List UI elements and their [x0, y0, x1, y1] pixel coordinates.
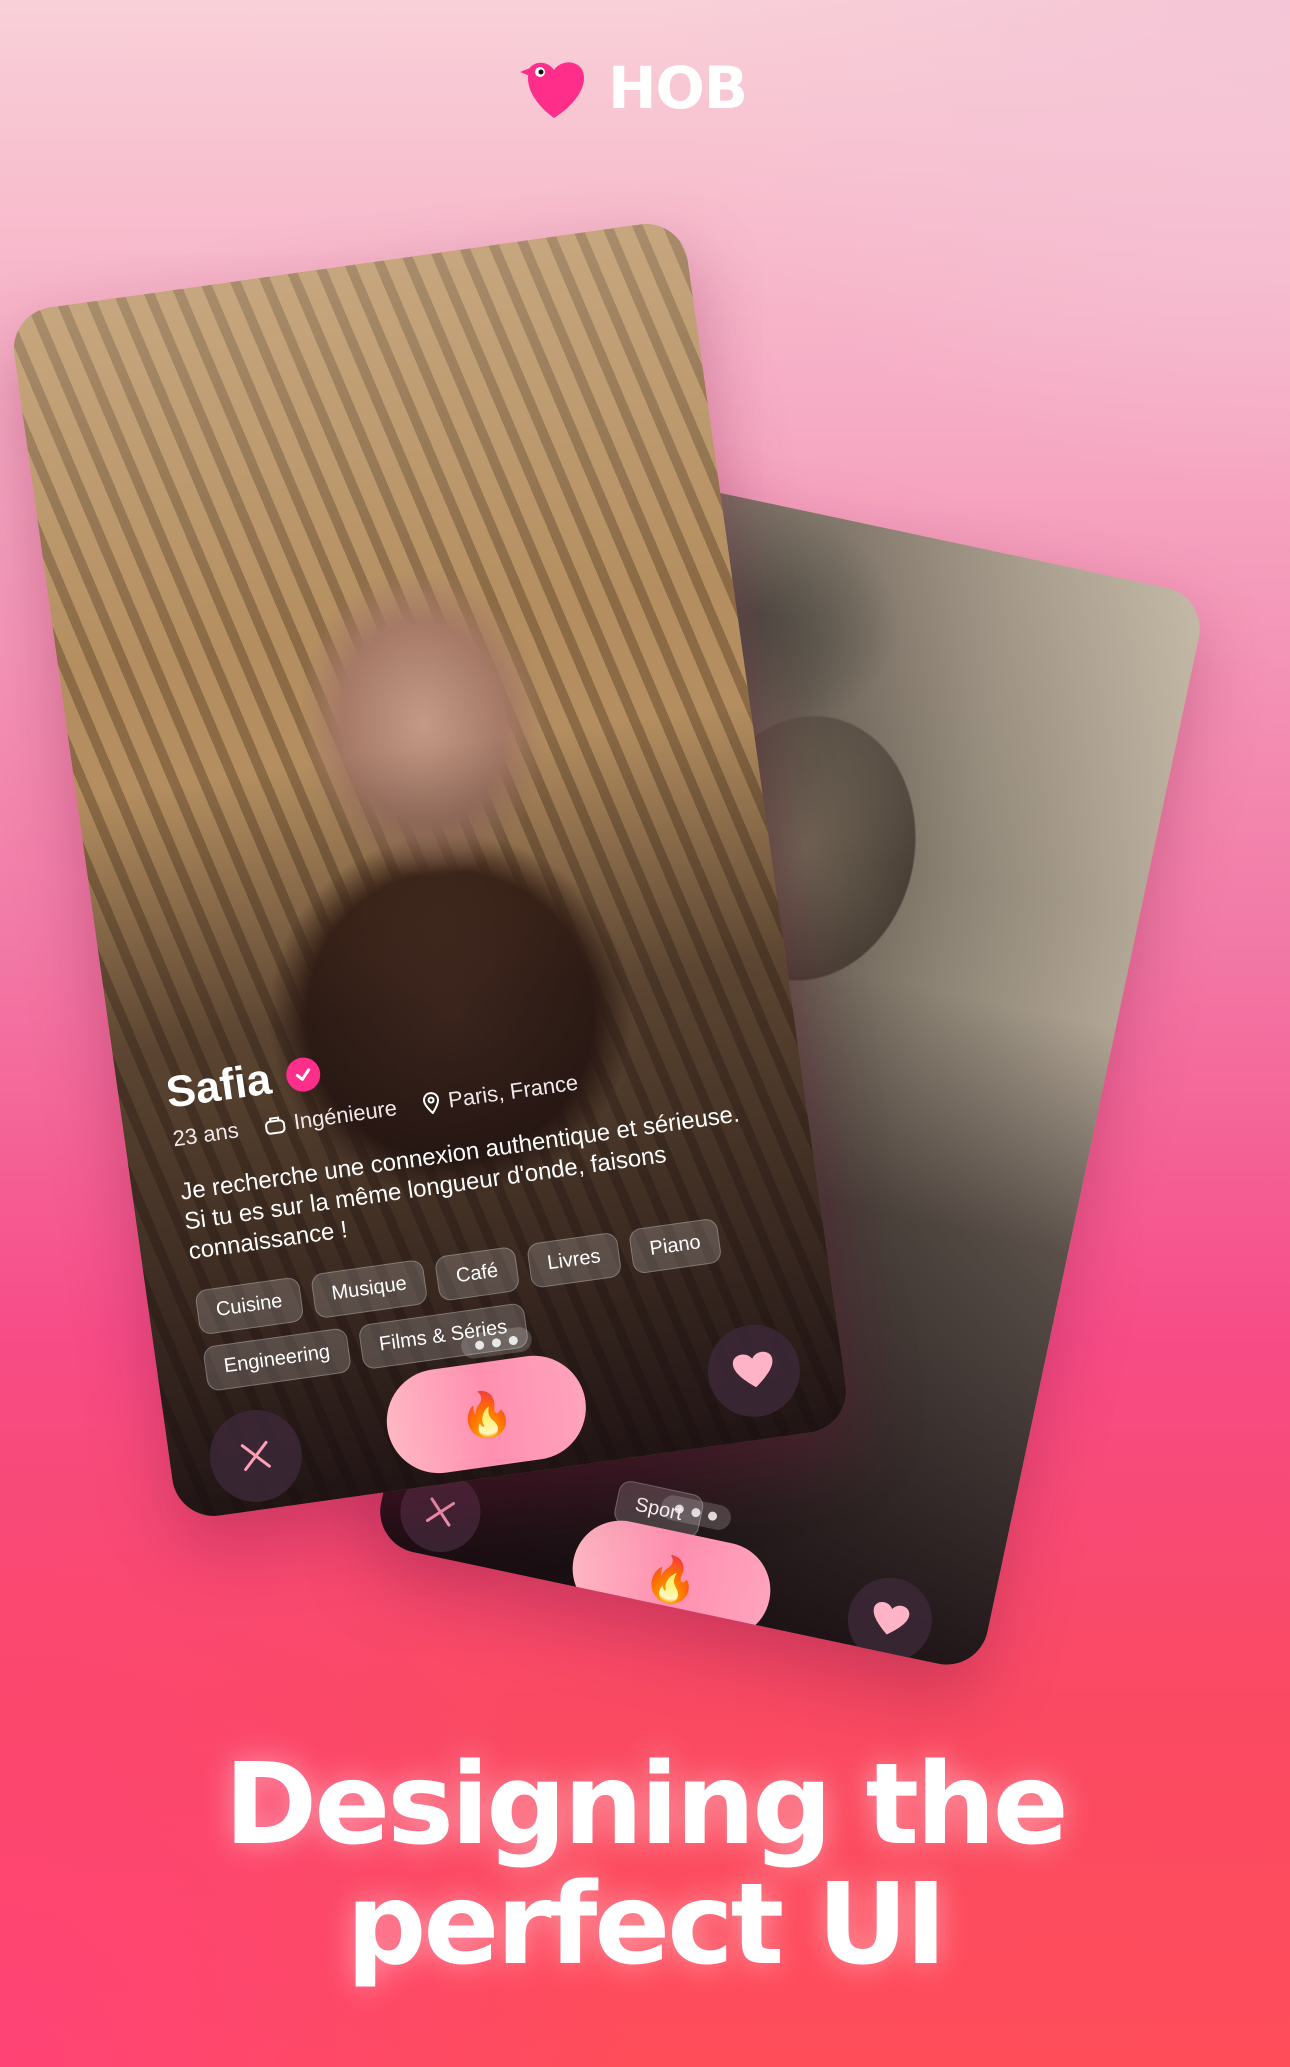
close-icon [240, 1440, 271, 1471]
fire-icon: 🔥 [639, 1550, 704, 1610]
heart-icon [873, 1602, 910, 1635]
tag-chip: Livres [525, 1231, 623, 1289]
profile-card-front[interactable]: Safia 23 ans Ingénieure Paris, France Je… [8, 218, 852, 1522]
heart-icon [732, 1351, 773, 1388]
headline-line-1: Designing the [224, 1740, 1068, 1870]
tag-chip: Piano [627, 1217, 723, 1275]
brand-logo: HOB [518, 54, 748, 122]
profile-job-label: Ingénieure [292, 1095, 399, 1135]
headline: Designing the perfect UI [0, 1745, 1290, 1985]
brand-name: HOB [608, 54, 748, 122]
profile-age: 23 ans [171, 1117, 241, 1152]
tag-chip: Cuisine [194, 1276, 305, 1336]
location-pin-icon [423, 1092, 440, 1115]
check-badge-icon [284, 1055, 323, 1094]
tag-chip: Musique [309, 1258, 429, 1320]
headline-line-2: perfect UI [346, 1860, 947, 1990]
close-icon [425, 1497, 456, 1527]
tag-chip: Café [434, 1246, 520, 1302]
hob-bird-icon [520, 62, 584, 118]
briefcase-icon [265, 1116, 286, 1135]
fire-icon: 🔥 [455, 1386, 517, 1444]
